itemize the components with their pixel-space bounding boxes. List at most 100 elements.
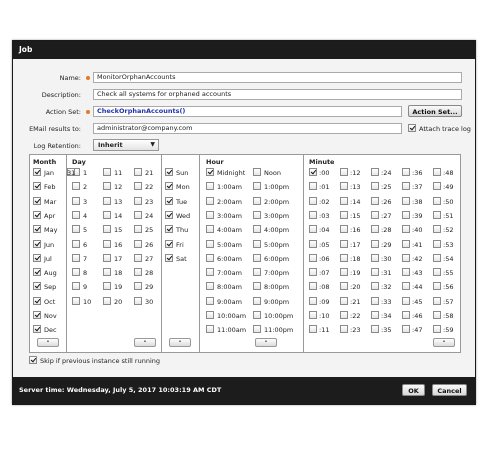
- minute-40-checkbox[interactable]: [402, 225, 410, 234]
- minute-23-checkbox[interactable]: [340, 325, 348, 334]
- minute-30-checkbox[interactable]: [371, 253, 379, 262]
- minute-41-checkbox[interactable]: [402, 239, 410, 248]
- minute-50-checkbox[interactable]: [433, 196, 441, 205]
- hour-400pm-checkbox[interactable]: [253, 225, 261, 234]
- day-15-checkbox[interactable]: [103, 225, 111, 234]
- email-field[interactable]: administrator@company.com: [93, 123, 402, 134]
- minute-25-checkbox[interactable]: [371, 182, 379, 191]
- month-jan-checkbox[interactable]: [33, 168, 41, 176]
- day-23-checkbox[interactable]: [134, 196, 142, 205]
- minute-31-checkbox[interactable]: [371, 268, 379, 277]
- month-apr-checkbox[interactable]: [33, 210, 41, 219]
- minute-45-checkbox[interactable]: [402, 296, 410, 305]
- day-20-checkbox[interactable]: [103, 296, 111, 305]
- minute-04-checkbox[interactable]: [309, 225, 317, 234]
- minute-44-checkbox[interactable]: [402, 282, 410, 291]
- hour-700am-checkbox[interactable]: [206, 268, 214, 277]
- minute-18-checkbox[interactable]: [340, 253, 348, 262]
- day-16-checkbox[interactable]: [103, 239, 111, 248]
- hour-600am-checkbox[interactable]: [206, 253, 214, 262]
- minute-00-checkbox[interactable]: [309, 168, 317, 176]
- minute-11-checkbox[interactable]: [309, 325, 317, 334]
- month-select-button[interactable]: •: [37, 338, 59, 347]
- day-7-checkbox[interactable]: [72, 253, 80, 262]
- month-feb-checkbox[interactable]: [33, 182, 41, 191]
- minute-33-checkbox[interactable]: [371, 296, 379, 305]
- weekday-sun-checkbox[interactable]: [165, 168, 173, 176]
- hour-900am-checkbox[interactable]: [206, 296, 214, 305]
- month-may-checkbox[interactable]: [33, 225, 41, 234]
- minute-02-checkbox[interactable]: [309, 196, 317, 205]
- minute-03-checkbox[interactable]: [309, 210, 317, 219]
- minute-54-checkbox[interactable]: [433, 253, 441, 262]
- minute-14-checkbox[interactable]: [340, 196, 348, 205]
- weekday-tue-checkbox[interactable]: [165, 196, 173, 205]
- minute-39-checkbox[interactable]: [402, 210, 410, 219]
- minute-21-checkbox[interactable]: [340, 296, 348, 305]
- minute-24-checkbox[interactable]: [371, 168, 379, 176]
- day-28-checkbox[interactable]: [134, 268, 142, 277]
- minute-27-checkbox[interactable]: [371, 210, 379, 219]
- weekday-sat-checkbox[interactable]: [165, 253, 173, 262]
- action-set-field[interactable]: CheckOrphanAccounts(): [93, 106, 402, 117]
- minute-28-checkbox[interactable]: [371, 225, 379, 234]
- hour-1000am-checkbox[interactable]: [206, 311, 214, 319]
- ok-button[interactable]: OK: [402, 384, 425, 396]
- day-18-checkbox[interactable]: [103, 268, 111, 277]
- weekday-mon-checkbox[interactable]: [165, 182, 173, 191]
- hour-200am-checkbox[interactable]: [206, 196, 214, 205]
- day-12-checkbox[interactable]: [103, 182, 111, 191]
- hour-800am-checkbox[interactable]: [206, 282, 214, 291]
- hour-700pm-checkbox[interactable]: [253, 268, 261, 277]
- minute-10-checkbox[interactable]: [309, 311, 317, 319]
- minute-43-checkbox[interactable]: [402, 268, 410, 277]
- day-14-checkbox[interactable]: [103, 210, 111, 219]
- minute-34-checkbox[interactable]: [371, 311, 379, 319]
- day-26-checkbox[interactable]: [134, 239, 142, 248]
- day-5-checkbox[interactable]: [72, 225, 80, 234]
- hour-100am-checkbox[interactable]: [206, 182, 214, 191]
- minute-52-checkbox[interactable]: [433, 225, 441, 234]
- attach-trace-checkbox[interactable]: [408, 124, 416, 132]
- minute-59-checkbox[interactable]: [433, 325, 441, 334]
- minute-36-checkbox[interactable]: [402, 168, 410, 176]
- minute-19-checkbox[interactable]: [340, 268, 348, 277]
- hour-1100am-checkbox[interactable]: [206, 325, 214, 334]
- day-24-checkbox[interactable]: [134, 210, 142, 219]
- minute-select-button[interactable]: •: [433, 338, 455, 347]
- minute-37-checkbox[interactable]: [402, 182, 410, 191]
- minute-20-checkbox[interactable]: [340, 282, 348, 291]
- day-21-checkbox[interactable]: [134, 168, 142, 176]
- hour-800pm-checkbox[interactable]: [253, 282, 261, 291]
- day-4-checkbox[interactable]: [72, 210, 80, 219]
- day-22-checkbox[interactable]: [134, 182, 142, 191]
- day-3-checkbox[interactable]: [72, 196, 80, 205]
- day-29-checkbox[interactable]: [134, 282, 142, 291]
- month-aug-checkbox[interactable]: [33, 268, 41, 277]
- minute-35-checkbox[interactable]: [371, 325, 379, 334]
- minute-12-checkbox[interactable]: [340, 168, 348, 176]
- minute-07-checkbox[interactable]: [309, 268, 317, 277]
- day-8-checkbox[interactable]: [72, 268, 80, 277]
- day-select-button[interactable]: •: [134, 338, 156, 347]
- minute-06-checkbox[interactable]: [309, 253, 317, 262]
- skip-checkbox[interactable]: [29, 356, 37, 364]
- month-oct-checkbox[interactable]: [33, 296, 41, 305]
- day-19-checkbox[interactable]: [103, 282, 111, 291]
- hour-1000pm-checkbox[interactable]: [253, 311, 261, 319]
- minute-38-checkbox[interactable]: [402, 196, 410, 205]
- day-27-checkbox[interactable]: [134, 253, 142, 262]
- month-sep-checkbox[interactable]: [33, 282, 41, 291]
- hour-500am-checkbox[interactable]: [206, 239, 214, 248]
- hour-300pm-checkbox[interactable]: [253, 210, 261, 219]
- weekday-select-button[interactable]: •: [169, 338, 191, 347]
- month-dec-checkbox[interactable]: [33, 325, 41, 334]
- minute-42-checkbox[interactable]: [402, 253, 410, 262]
- minute-29-checkbox[interactable]: [371, 239, 379, 248]
- description-field[interactable]: Check all systems for orphaned accounts: [93, 89, 462, 100]
- minute-53-checkbox[interactable]: [433, 239, 441, 248]
- day-30-checkbox[interactable]: [134, 296, 142, 305]
- hour-1100pm-checkbox[interactable]: [253, 325, 261, 334]
- minute-48-checkbox[interactable]: [433, 168, 441, 176]
- month-mar-checkbox[interactable]: [33, 196, 41, 205]
